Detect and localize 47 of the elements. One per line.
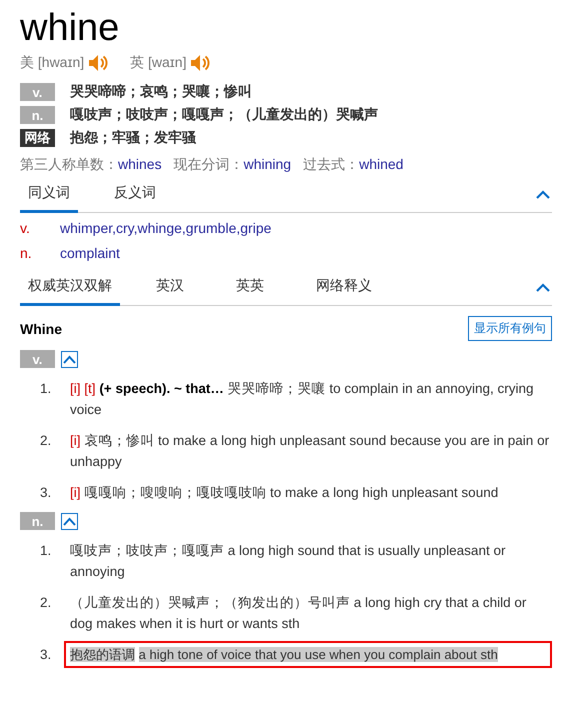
- tab[interactable]: 英英: [228, 277, 272, 306]
- form-link[interactable]: whines: [118, 156, 162, 174]
- collapse-icon[interactable]: [536, 283, 550, 293]
- tab[interactable]: 英汉: [148, 277, 192, 306]
- speaker-icon[interactable]: [88, 53, 110, 73]
- speaker-icon[interactable]: [190, 53, 212, 73]
- synonym-link[interactable]: complaint: [60, 243, 120, 263]
- pos-label: v.: [20, 219, 31, 238]
- tab[interactable]: 同义词: [20, 184, 78, 213]
- phonetic-text: 美 [hwaɪn]: [20, 54, 84, 72]
- sense-number: 1.: [39, 380, 52, 398]
- form-link[interactable]: whining: [244, 156, 292, 174]
- form-label: 第三人称单数：: [20, 156, 118, 174]
- pos-label: n.: [20, 512, 55, 530]
- sense-number: 2.: [39, 594, 52, 612]
- tab[interactable]: 反义词: [106, 184, 164, 213]
- phonetic-text: 英 [waɪn]: [130, 54, 186, 72]
- show-examples-button[interactable]: 显示所有例句: [468, 316, 552, 341]
- word-title: whine: [20, 6, 120, 50]
- tab[interactable]: 网络释义: [308, 277, 380, 306]
- sense-text: [i] 嘎嘎响；嗖嗖响；嘎吱嘎吱响 to make a long high unpleasant sound: [70, 484, 500, 502]
- definition-text: 抱怨；牢骚；发牢骚: [70, 129, 196, 147]
- collapse-button[interactable]: [61, 350, 78, 368]
- pos-label: n.: [20, 244, 33, 263]
- sense-number: 2.: [39, 432, 52, 450]
- synonym-link[interactable]: whimper,cry,whinge,grumble,gripe: [60, 218, 272, 238]
- pos-label: 网络: [20, 129, 55, 147]
- sense-number: 3.: [39, 646, 52, 664]
- definition-text: 嘎吱声；吱吱声；嘎嘎声；（儿童发出的）哭喊声: [70, 106, 378, 124]
- sense-text: 抱怨的语调 a high tone of voice that you use when you complain about sth: [64, 641, 552, 668]
- sense-text: （儿童发出的）哭喊声；（狗发出的）号叫声 a long high cry that a child or dog makes when it is hurt or wants sth: [70, 594, 528, 633]
- sense-number: 1.: [39, 542, 52, 560]
- pos-label: v.: [20, 83, 55, 101]
- collapse-icon[interactable]: [536, 190, 550, 200]
- pos-label: n.: [20, 106, 55, 124]
- sense-text: 嘎吱声；吱吱声；嘎嘎声 a long high sound that is usually unpleasant or annoying: [70, 542, 506, 581]
- pos-label: v.: [20, 350, 55, 368]
- collapse-button[interactable]: [61, 512, 78, 530]
- sense-number: 3.: [39, 484, 52, 502]
- sense-text: [i] 哀鸣；惨叫 to make a long high unpleasant sound because you are in pain or unhappy: [70, 432, 550, 471]
- form-label: 现在分词：: [174, 156, 244, 174]
- form-label: 过去式：: [303, 156, 360, 174]
- headword: Whine: [20, 320, 62, 336]
- tab[interactable]: 权威英汉双解: [20, 277, 120, 306]
- definition-text: 哭哭啼啼；哀鸣；哭嚷；惨叫: [70, 83, 252, 101]
- sense-text: [i] [t] (+ speech). ~ that… 哭哭啼啼；哭嚷 to complain in an annoying, crying voice: [70, 380, 535, 419]
- form-link[interactable]: whined: [359, 156, 404, 174]
